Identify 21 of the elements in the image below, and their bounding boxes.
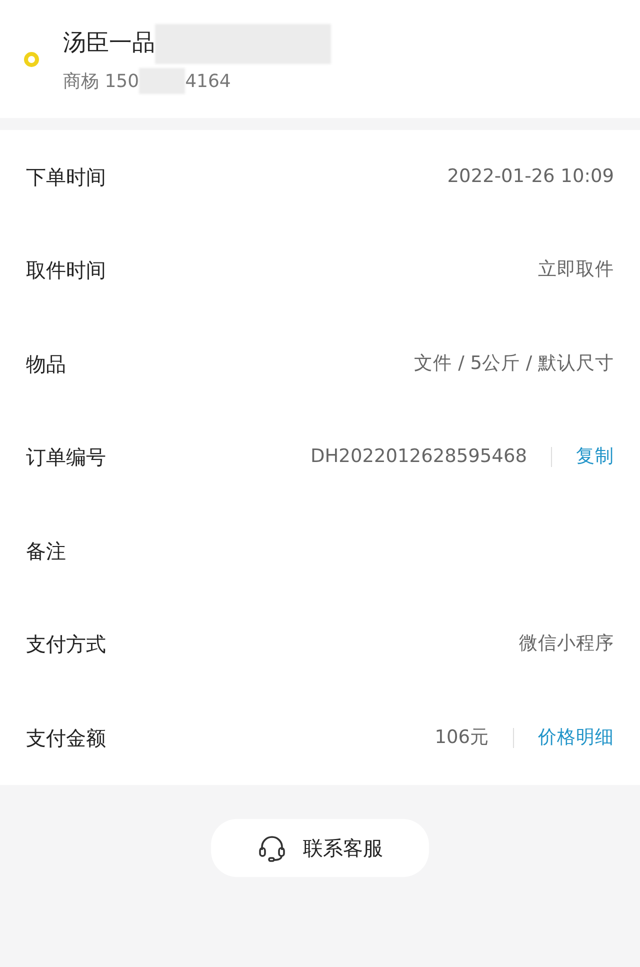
field-label: 取件时间 [26, 257, 106, 284]
field-value: 106元 [434, 726, 489, 750]
field-label: 物品 [26, 350, 66, 378]
field-value: 微信小程序 [519, 632, 614, 656]
field-value: DH2022012628595468 [310, 445, 527, 470]
phone-number-start: 商杨 150 [63, 70, 140, 94]
field-label: 支付方式 [26, 631, 106, 658]
field-label: 订单编号 [26, 444, 106, 472]
contact-support-button[interactable]: 联系客服 [211, 818, 429, 876]
field-value: 立即取件 [538, 258, 614, 282]
field-label: 备注 [26, 538, 66, 565]
action-link[interactable]: 价格明细 [538, 724, 614, 752]
field-label: 支付金额 [26, 724, 106, 752]
action-link[interactable]: 复制 [576, 443, 614, 472]
field-value: 文件 / 5公斤 / 默认尺寸 [414, 352, 614, 376]
phone-number-end: 4164 [185, 70, 231, 94]
status-dot-icon [24, 52, 39, 66]
contact-name: 汤臣一品 [63, 29, 155, 58]
headset-icon [257, 834, 287, 862]
field-label: 下单时间 [26, 164, 106, 191]
field-value: 2022-01-26 10:09 [447, 164, 614, 189]
